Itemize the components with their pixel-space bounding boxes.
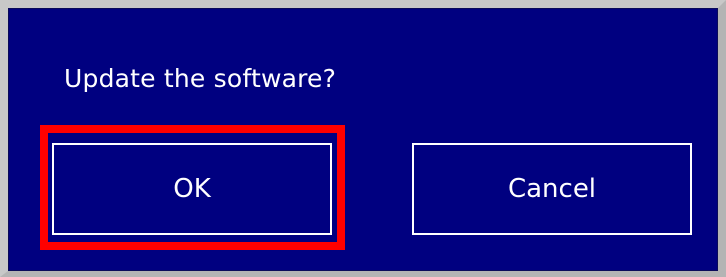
ok-button-label: OK bbox=[173, 174, 211, 204]
cancel-button-label: Cancel bbox=[507, 174, 597, 204]
ok-button[interactable]: OK bbox=[52, 143, 332, 235]
update-dialog: Update the software? OK Cancel bbox=[8, 8, 718, 271]
cancel-button[interactable]: Cancel bbox=[412, 143, 692, 235]
dialog-message: Update the software? bbox=[64, 64, 337, 93]
